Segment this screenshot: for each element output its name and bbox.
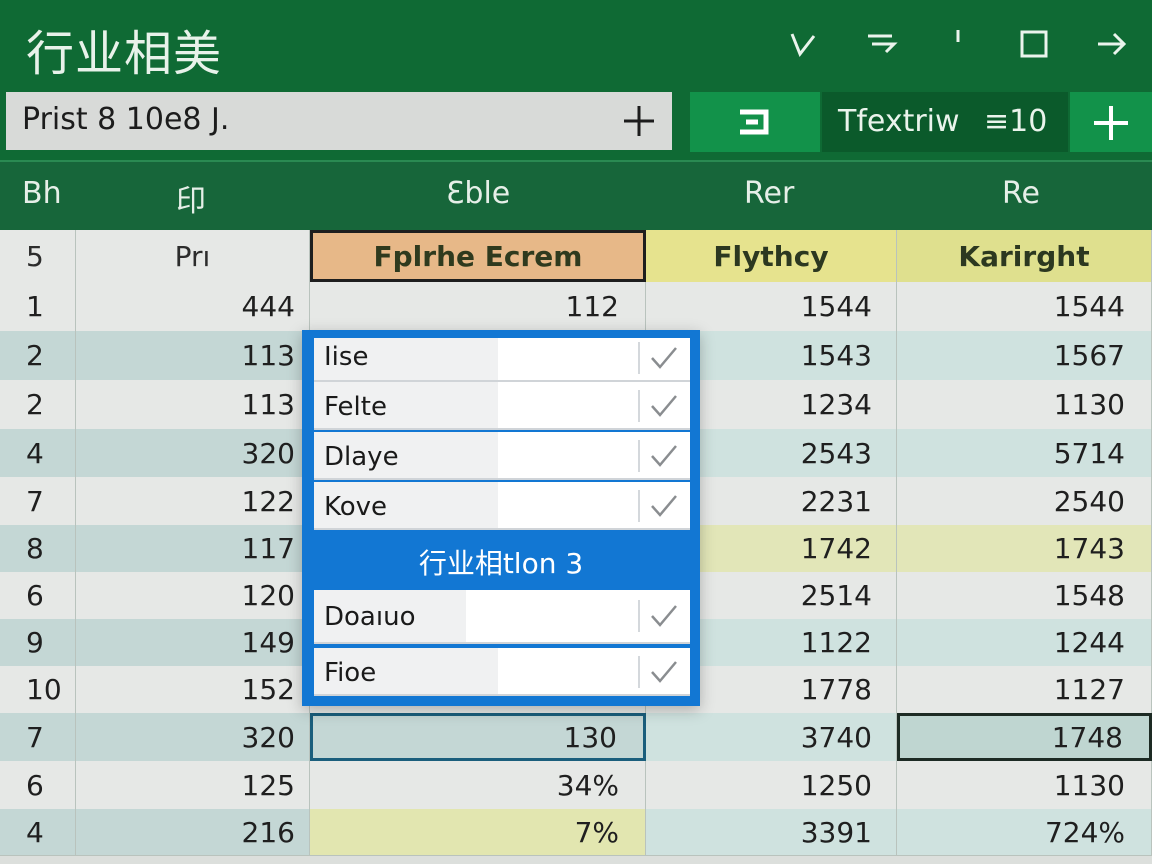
checkmark-icon[interactable] bbox=[638, 656, 682, 688]
row-number[interactable]: 1 bbox=[0, 282, 76, 331]
table-cell[interactable]: 1130 bbox=[897, 761, 1152, 809]
table-cell[interactable]: 3391 bbox=[646, 809, 897, 855]
dropdown-item-label: Felte bbox=[324, 392, 387, 422]
row-number[interactable]: 2 bbox=[0, 331, 76, 380]
column-header-a[interactable]: Bh bbox=[22, 176, 62, 211]
header-cell[interactable]: Karirght bbox=[897, 230, 1152, 282]
dropdown-item-label: Kove bbox=[324, 492, 388, 522]
forward-arrow-icon[interactable] bbox=[1092, 24, 1132, 64]
dropdown-item-label: Dlaye bbox=[324, 442, 399, 472]
row-number[interactable]: 2 bbox=[0, 380, 76, 429]
dropdown-item[interactable]: Dlaye bbox=[314, 432, 690, 480]
row-number[interactable]: 6 bbox=[0, 572, 76, 619]
restore-icon[interactable] bbox=[862, 24, 902, 64]
table-cell[interactable]: 149 bbox=[76, 619, 310, 666]
table-cell-selected[interactable]: 1748 bbox=[897, 713, 1152, 761]
row-number[interactable]: 10 bbox=[0, 666, 76, 713]
column-header-e[interactable]: Re bbox=[1002, 176, 1040, 211]
plus-icon[interactable] bbox=[620, 102, 658, 140]
table-cell[interactable]: 152 bbox=[76, 666, 310, 713]
font-selector[interactable]: Tfextriw ≡10 bbox=[822, 92, 1068, 152]
dropdown-item[interactable]: Kove bbox=[314, 482, 690, 530]
format-button[interactable] bbox=[690, 92, 820, 152]
table-cell[interactable]: 444 bbox=[76, 282, 310, 331]
table-cell[interactable]: 1567 bbox=[897, 331, 1152, 380]
checkmark-icon[interactable] bbox=[638, 600, 682, 632]
table-row: 1 444 112 1544 1544 bbox=[0, 282, 1152, 332]
row-number[interactable]: 6 bbox=[0, 761, 76, 809]
dropdown-item[interactable]: Doaıuo bbox=[314, 590, 690, 644]
table-cell[interactable]: 1250 bbox=[646, 761, 897, 809]
table-cell[interactable]: 112 bbox=[310, 282, 646, 331]
table-cell[interactable]: 1743 bbox=[897, 525, 1152, 572]
dropdown-item-label: Fioe bbox=[324, 658, 377, 688]
table-cell[interactable]: 320 bbox=[76, 713, 310, 761]
filter-dropdown: Iise Felte Dlaye Kove 行业相tlon 3 Doaıuo F… bbox=[302, 330, 700, 706]
name-box[interactable]: Prist 8 10e8 J. bbox=[6, 92, 672, 150]
table-cell[interactable]: 1127 bbox=[897, 666, 1152, 713]
title-bar: 行业相美 bbox=[0, 0, 1152, 88]
column-header-d[interactable]: Rer bbox=[744, 176, 794, 211]
table-cell[interactable]: 120 bbox=[76, 572, 310, 619]
table-cell[interactable]: 5714 bbox=[897, 429, 1152, 477]
minimize-icon[interactable] bbox=[782, 24, 822, 64]
table-cell[interactable]: 34% bbox=[310, 761, 646, 809]
table-row: 6 125 34% 1250 1130 bbox=[0, 761, 1152, 810]
table-cell[interactable]: 1244 bbox=[897, 619, 1152, 666]
row-number[interactable]: 5 bbox=[0, 230, 76, 282]
table-cell[interactable]: 724% bbox=[897, 809, 1152, 855]
table-cell[interactable]: 216 bbox=[76, 809, 310, 855]
dropdown-item-label: Doaıuo bbox=[324, 602, 416, 632]
dropdown-item[interactable]: Felte bbox=[314, 382, 690, 430]
table-header-row: 5 Prı Fplrhe Ecrem Flythcy Karirght bbox=[0, 230, 1152, 283]
table-row: 7 320 130 3740 1748 bbox=[0, 713, 1152, 762]
table-cell[interactable]: 122 bbox=[76, 477, 310, 525]
app-title: 行业相美 bbox=[26, 26, 223, 82]
dropdown-item[interactable]: Fioe bbox=[314, 648, 690, 696]
row-number[interactable]: 8 bbox=[0, 525, 76, 572]
maximize-icon[interactable] bbox=[1014, 24, 1054, 64]
name-box-value: Prist 8 10e8 J. bbox=[22, 102, 230, 137]
checkmark-icon[interactable] bbox=[638, 342, 682, 374]
table-cell[interactable]: 7% bbox=[310, 809, 646, 855]
table-cell[interactable]: 113 bbox=[76, 380, 310, 429]
column-header-bar: Bh 印 Ɛble Rer Re bbox=[0, 160, 1152, 232]
divider-icon bbox=[938, 24, 978, 64]
table-cell[interactable]: 1544 bbox=[646, 282, 897, 331]
header-cell-selected[interactable]: Fplrhe Ecrem bbox=[310, 230, 646, 282]
row-number[interactable]: 4 bbox=[0, 809, 76, 855]
table-cell[interactable]: 320 bbox=[76, 429, 310, 477]
row-number[interactable]: 7 bbox=[0, 713, 76, 761]
table-cell[interactable]: 117 bbox=[76, 525, 310, 572]
bracket-icon bbox=[740, 109, 769, 135]
header-cell[interactable]: Prı bbox=[76, 230, 310, 282]
table-cell[interactable]: 1130 bbox=[897, 380, 1152, 429]
checkmark-icon[interactable] bbox=[638, 440, 682, 472]
table-cell[interactable]: 113 bbox=[76, 331, 310, 380]
checkmark-icon[interactable] bbox=[638, 490, 682, 522]
row-number[interactable]: 9 bbox=[0, 619, 76, 666]
table-cell[interactable]: 1544 bbox=[897, 282, 1152, 331]
add-button[interactable] bbox=[1070, 92, 1152, 152]
header-cell[interactable]: Flythcy bbox=[646, 230, 897, 282]
table-cell[interactable]: 1548 bbox=[897, 572, 1152, 619]
dropdown-section-header: 行业相tlon 3 bbox=[418, 547, 584, 580]
table-cell[interactable]: 3740 bbox=[646, 713, 897, 761]
font-name: Tfextriw bbox=[838, 104, 960, 139]
row-number[interactable]: 7 bbox=[0, 477, 76, 525]
table-cell-selected[interactable]: 130 bbox=[310, 713, 646, 761]
toolbar: Prist 8 10e8 J. Tfextriw ≡10 bbox=[0, 88, 1152, 160]
column-header-b[interactable]: 印 bbox=[176, 176, 206, 220]
table-cell[interactable]: 2540 bbox=[897, 477, 1152, 525]
row-number[interactable]: 4 bbox=[0, 429, 76, 477]
checkmark-icon[interactable] bbox=[638, 390, 682, 422]
font-size: ≡10 bbox=[984, 104, 1048, 139]
table-row: 4 216 7% 3391 724% bbox=[0, 809, 1152, 856]
table-cell[interactable]: 125 bbox=[76, 761, 310, 809]
plus-icon bbox=[1094, 106, 1128, 140]
column-header-c[interactable]: Ɛble bbox=[446, 176, 510, 211]
dropdown-item-label: Iise bbox=[324, 342, 369, 372]
dropdown-item[interactable]: Iise bbox=[314, 338, 690, 382]
